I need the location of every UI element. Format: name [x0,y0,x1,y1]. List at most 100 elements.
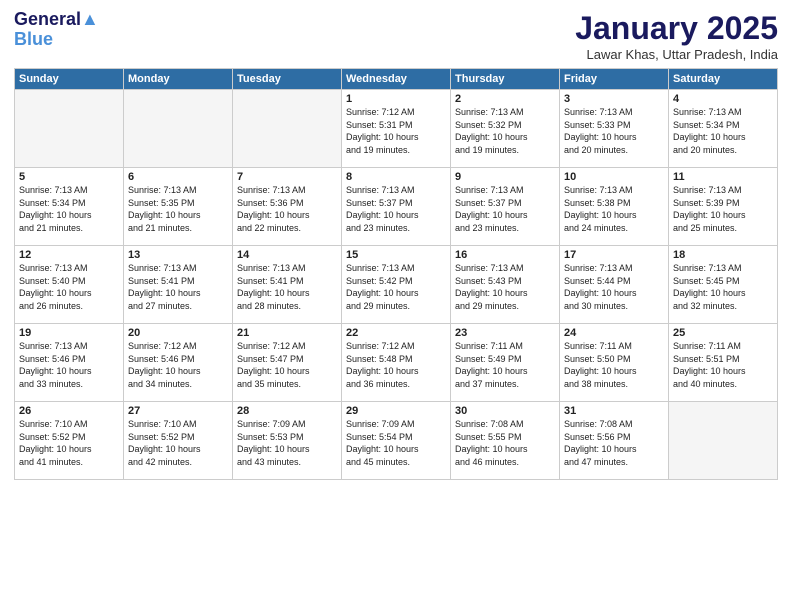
day-number: 21 [237,327,337,339]
day-number: 18 [673,249,773,261]
calendar-cell: 31Sunrise: 7:08 AMSunset: 5:56 PMDayligh… [560,402,669,480]
day-info: Sunrise: 7:09 AMSunset: 5:53 PMDaylight:… [237,418,337,468]
calendar-cell: 10Sunrise: 7:13 AMSunset: 5:38 PMDayligh… [560,168,669,246]
day-number: 1 [346,93,446,105]
weekday-header-tuesday: Tuesday [233,69,342,90]
day-info: Sunrise: 7:13 AMSunset: 5:34 PMDaylight:… [673,106,773,156]
calendar-cell: 30Sunrise: 7:08 AMSunset: 5:55 PMDayligh… [451,402,560,480]
calendar-cell: 23Sunrise: 7:11 AMSunset: 5:49 PMDayligh… [451,324,560,402]
weekday-header-friday: Friday [560,69,669,90]
month-title: January 2025 [575,10,778,47]
day-number: 15 [346,249,446,261]
day-number: 7 [237,171,337,183]
calendar-cell: 13Sunrise: 7:13 AMSunset: 5:41 PMDayligh… [124,246,233,324]
calendar-cell: 29Sunrise: 7:09 AMSunset: 5:54 PMDayligh… [342,402,451,480]
weekday-header-thursday: Thursday [451,69,560,90]
calendar-cell: 19Sunrise: 7:13 AMSunset: 5:46 PMDayligh… [15,324,124,402]
day-number: 22 [346,327,446,339]
week-row-2: 5Sunrise: 7:13 AMSunset: 5:34 PMDaylight… [15,168,778,246]
day-info: Sunrise: 7:08 AMSunset: 5:55 PMDaylight:… [455,418,555,468]
day-info: Sunrise: 7:12 AMSunset: 5:31 PMDaylight:… [346,106,446,156]
logo: General▲ Blue [14,10,99,50]
day-info: Sunrise: 7:12 AMSunset: 5:46 PMDaylight:… [128,340,228,390]
day-number: 19 [19,327,119,339]
day-number: 12 [19,249,119,261]
day-number: 2 [455,93,555,105]
calendar-cell: 25Sunrise: 7:11 AMSunset: 5:51 PMDayligh… [669,324,778,402]
calendar-cell [15,90,124,168]
day-number: 6 [128,171,228,183]
day-number: 20 [128,327,228,339]
calendar-cell: 3Sunrise: 7:13 AMSunset: 5:33 PMDaylight… [560,90,669,168]
calendar-cell: 17Sunrise: 7:13 AMSunset: 5:44 PMDayligh… [560,246,669,324]
day-info: Sunrise: 7:13 AMSunset: 5:41 PMDaylight:… [237,262,337,312]
day-number: 25 [673,327,773,339]
calendar-cell: 28Sunrise: 7:09 AMSunset: 5:53 PMDayligh… [233,402,342,480]
day-info: Sunrise: 7:13 AMSunset: 5:36 PMDaylight:… [237,184,337,234]
day-number: 26 [19,405,119,417]
day-info: Sunrise: 7:13 AMSunset: 5:42 PMDaylight:… [346,262,446,312]
calendar-cell: 11Sunrise: 7:13 AMSunset: 5:39 PMDayligh… [669,168,778,246]
title-area: January 2025 Lawar Khas, Uttar Pradesh, … [575,10,778,62]
day-info: Sunrise: 7:08 AMSunset: 5:56 PMDaylight:… [564,418,664,468]
day-number: 27 [128,405,228,417]
day-info: Sunrise: 7:13 AMSunset: 5:32 PMDaylight:… [455,106,555,156]
day-info: Sunrise: 7:13 AMSunset: 5:40 PMDaylight:… [19,262,119,312]
weekday-header-row: SundayMondayTuesdayWednesdayThursdayFrid… [15,69,778,90]
day-info: Sunrise: 7:12 AMSunset: 5:48 PMDaylight:… [346,340,446,390]
day-info: Sunrise: 7:09 AMSunset: 5:54 PMDaylight:… [346,418,446,468]
calendar-cell: 22Sunrise: 7:12 AMSunset: 5:48 PMDayligh… [342,324,451,402]
day-number: 23 [455,327,555,339]
week-row-5: 26Sunrise: 7:10 AMSunset: 5:52 PMDayligh… [15,402,778,480]
calendar-cell: 20Sunrise: 7:12 AMSunset: 5:46 PMDayligh… [124,324,233,402]
day-info: Sunrise: 7:13 AMSunset: 5:43 PMDaylight:… [455,262,555,312]
day-info: Sunrise: 7:13 AMSunset: 5:37 PMDaylight:… [455,184,555,234]
day-info: Sunrise: 7:13 AMSunset: 5:41 PMDaylight:… [128,262,228,312]
day-number: 13 [128,249,228,261]
page-header: General▲ Blue January 2025 Lawar Khas, U… [14,10,778,62]
calendar-table: SundayMondayTuesdayWednesdayThursdayFrid… [14,68,778,480]
week-row-3: 12Sunrise: 7:13 AMSunset: 5:40 PMDayligh… [15,246,778,324]
calendar-cell [124,90,233,168]
week-row-4: 19Sunrise: 7:13 AMSunset: 5:46 PMDayligh… [15,324,778,402]
calendar-cell [233,90,342,168]
day-info: Sunrise: 7:13 AMSunset: 5:37 PMDaylight:… [346,184,446,234]
day-number: 11 [673,171,773,183]
logo-text2: Blue [14,30,99,50]
day-info: Sunrise: 7:11 AMSunset: 5:50 PMDaylight:… [564,340,664,390]
calendar-cell: 27Sunrise: 7:10 AMSunset: 5:52 PMDayligh… [124,402,233,480]
calendar-cell: 9Sunrise: 7:13 AMSunset: 5:37 PMDaylight… [451,168,560,246]
day-info: Sunrise: 7:13 AMSunset: 5:38 PMDaylight:… [564,184,664,234]
day-number: 24 [564,327,664,339]
day-info: Sunrise: 7:13 AMSunset: 5:39 PMDaylight:… [673,184,773,234]
calendar-cell: 6Sunrise: 7:13 AMSunset: 5:35 PMDaylight… [124,168,233,246]
calendar-cell: 24Sunrise: 7:11 AMSunset: 5:50 PMDayligh… [560,324,669,402]
calendar-cell [669,402,778,480]
calendar-cell: 7Sunrise: 7:13 AMSunset: 5:36 PMDaylight… [233,168,342,246]
day-number: 17 [564,249,664,261]
weekday-header-saturday: Saturday [669,69,778,90]
calendar-cell: 18Sunrise: 7:13 AMSunset: 5:45 PMDayligh… [669,246,778,324]
day-number: 5 [19,171,119,183]
day-number: 3 [564,93,664,105]
day-number: 9 [455,171,555,183]
calendar-cell: 12Sunrise: 7:13 AMSunset: 5:40 PMDayligh… [15,246,124,324]
day-number: 16 [455,249,555,261]
weekday-header-monday: Monday [124,69,233,90]
day-info: Sunrise: 7:10 AMSunset: 5:52 PMDaylight:… [19,418,119,468]
day-number: 31 [564,405,664,417]
calendar-cell: 21Sunrise: 7:12 AMSunset: 5:47 PMDayligh… [233,324,342,402]
week-row-1: 1Sunrise: 7:12 AMSunset: 5:31 PMDaylight… [15,90,778,168]
calendar-cell: 5Sunrise: 7:13 AMSunset: 5:34 PMDaylight… [15,168,124,246]
day-number: 8 [346,171,446,183]
day-info: Sunrise: 7:13 AMSunset: 5:46 PMDaylight:… [19,340,119,390]
day-info: Sunrise: 7:13 AMSunset: 5:33 PMDaylight:… [564,106,664,156]
day-number: 28 [237,405,337,417]
day-number: 29 [346,405,446,417]
weekday-header-wednesday: Wednesday [342,69,451,90]
logo-text: General▲ [14,10,99,30]
day-info: Sunrise: 7:13 AMSunset: 5:35 PMDaylight:… [128,184,228,234]
calendar-cell: 26Sunrise: 7:10 AMSunset: 5:52 PMDayligh… [15,402,124,480]
calendar-cell: 8Sunrise: 7:13 AMSunset: 5:37 PMDaylight… [342,168,451,246]
day-number: 10 [564,171,664,183]
